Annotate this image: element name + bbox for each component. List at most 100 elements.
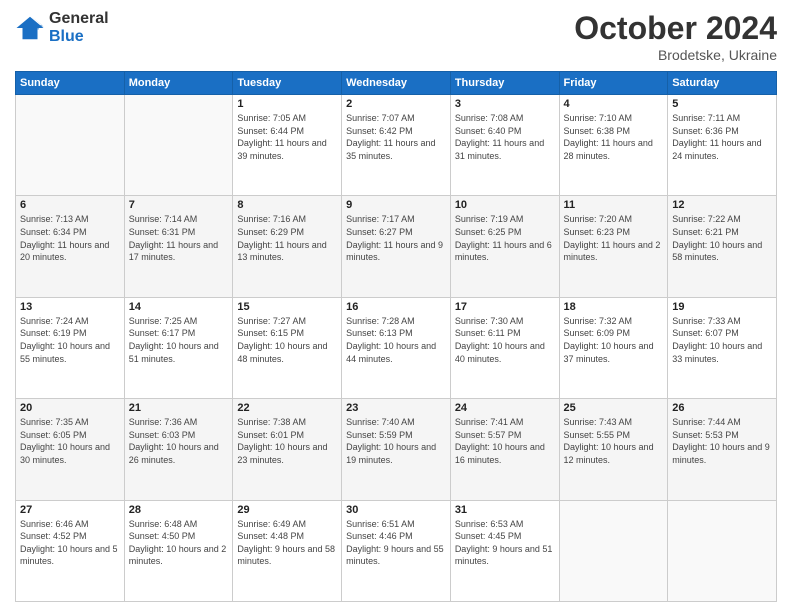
day-info: Sunrise: 7:41 AMSunset: 5:57 PMDaylight:… (455, 416, 555, 466)
table-row: 31 Sunrise: 6:53 AMSunset: 4:45 PMDayligh… (450, 500, 559, 601)
day-info: Sunrise: 6:51 AMSunset: 4:46 PMDaylight:… (346, 518, 446, 568)
day-number: 21 (129, 402, 229, 414)
table-row: 28Sunrise: 6:48 AMSunset: 4:50 PMDayligh… (124, 500, 233, 601)
calendar-week-row: 13Sunrise: 7:24 AMSunset: 6:19 PMDayligh… (16, 297, 777, 398)
day-number: 2 (346, 98, 446, 110)
day-info: Sunrise: 7:36 AMSunset: 6:03 PMDaylight:… (129, 416, 229, 466)
table-row: 27Sunrise: 6:46 AMSunset: 4:52 PMDayligh… (16, 500, 125, 601)
calendar-header-row: Sunday Monday Tuesday Wednesday Thursday… (16, 72, 777, 95)
table-row: 10Sunrise: 7:19 AMSunset: 6:25 PMDayligh… (450, 196, 559, 297)
day-info: Sunrise: 7:16 AMSunset: 6:29 PMDaylight:… (237, 213, 337, 263)
day-number: 23 (346, 402, 446, 414)
day-number: 6 (20, 199, 120, 211)
day-info: Sunrise: 6:53 AMSunset: 4:45 PMDaylight:… (455, 518, 555, 568)
table-row: 23 Sunrise: 7:40 AMSunset: 5:59 PMDayligh… (342, 399, 451, 500)
table-row: 2 Sunrise: 7:07 AMSunset: 6:42 PMDaylight… (342, 95, 451, 196)
table-row: 26 Sunrise: 7:44 AMSunset: 5:53 PMDayligh… (668, 399, 777, 500)
day-number: 4 (564, 98, 664, 110)
day-number: 24 (455, 402, 555, 414)
day-info: Sunrise: 7:20 AMSunset: 6:23 PMDaylight:… (564, 213, 664, 263)
day-info: Sunrise: 7:43 AMSunset: 5:55 PMDaylight:… (564, 416, 664, 466)
table-row: 17 Sunrise: 7:30 AMSunset: 6:11 PMDayligh… (450, 297, 559, 398)
page: General Blue October 2024 Brodetske, Ukr… (0, 0, 792, 612)
day-number: 14 (129, 301, 229, 313)
table-row: 12Sunrise: 7:22 AMSunset: 6:21 PMDayligh… (668, 196, 777, 297)
calendar-week-row: 1 Sunrise: 7:05 AMSunset: 6:44 PMDaylight… (16, 95, 777, 196)
logo-text: General Blue (49, 10, 109, 45)
col-friday: Friday (559, 72, 668, 95)
table-row (124, 95, 233, 196)
table-row: 29 Sunrise: 6:49 AMSunset: 4:48 PMDayligh… (233, 500, 342, 601)
day-info: Sunrise: 7:10 AMSunset: 6:38 PMDaylight:… (564, 112, 664, 162)
logo-icon (15, 13, 45, 43)
day-number: 8 (237, 199, 337, 211)
table-row: 6Sunrise: 7:13 AMSunset: 6:34 PMDaylight… (16, 196, 125, 297)
day-info: Sunrise: 7:38 AMSunset: 6:01 PMDaylight:… (237, 416, 337, 466)
table-row: 30 Sunrise: 6:51 AMSunset: 4:46 PMDayligh… (342, 500, 451, 601)
day-info: Sunrise: 7:27 AMSunset: 6:15 PMDaylight:… (237, 315, 337, 365)
title-month: October 2024 (574, 10, 777, 47)
table-row: 21 Sunrise: 7:36 AMSunset: 6:03 PMDayligh… (124, 399, 233, 500)
day-info: Sunrise: 7:05 AMSunset: 6:44 PMDaylight:… (237, 112, 337, 162)
table-row: 24 Sunrise: 7:41 AMSunset: 5:57 PMDayligh… (450, 399, 559, 500)
table-row: 15Sunrise: 7:27 AMSunset: 6:15 PMDayligh… (233, 297, 342, 398)
day-info: Sunrise: 7:40 AMSunset: 5:59 PMDaylight:… (346, 416, 446, 466)
table-row: 1 Sunrise: 7:05 AMSunset: 6:44 PMDaylight… (233, 95, 342, 196)
day-number: 17 (455, 301, 555, 313)
calendar-week-row: 20 Sunrise: 7:35 AMSunset: 6:05 PMDayligh… (16, 399, 777, 500)
table-row: 19 Sunrise: 7:33 AMSunset: 6:07 PMDayligh… (668, 297, 777, 398)
day-number: 19 (672, 301, 772, 313)
table-row: 25 Sunrise: 7:43 AMSunset: 5:55 PMDayligh… (559, 399, 668, 500)
day-number: 11 (564, 199, 664, 211)
table-row: 8 Sunrise: 7:16 AMSunset: 6:29 PMDaylight… (233, 196, 342, 297)
logo-blue-text: Blue (49, 28, 109, 46)
day-info: Sunrise: 7:44 AMSunset: 5:53 PMDaylight:… (672, 416, 772, 466)
title-block: October 2024 Brodetske, Ukraine (574, 10, 777, 63)
day-number: 26 (672, 402, 772, 414)
day-number: 7 (129, 199, 229, 211)
table-row: 5Sunrise: 7:11 AMSunset: 6:36 PMDaylight… (668, 95, 777, 196)
table-row (16, 95, 125, 196)
table-row: 16 Sunrise: 7:28 AMSunset: 6:13 PMDayligh… (342, 297, 451, 398)
day-info: Sunrise: 6:46 AMSunset: 4:52 PMDaylight:… (20, 518, 120, 568)
day-number: 22 (237, 402, 337, 414)
table-row: 13Sunrise: 7:24 AMSunset: 6:19 PMDayligh… (16, 297, 125, 398)
table-row: 14Sunrise: 7:25 AMSunset: 6:17 PMDayligh… (124, 297, 233, 398)
day-info: Sunrise: 7:17 AMSunset: 6:27 PMDaylight:… (346, 213, 446, 263)
day-info: Sunrise: 7:32 AMSunset: 6:09 PMDaylight:… (564, 315, 664, 365)
day-number: 29 (237, 504, 337, 516)
calendar-table: Sunday Monday Tuesday Wednesday Thursday… (15, 71, 777, 602)
day-info: Sunrise: 7:14 AMSunset: 6:31 PMDaylight:… (129, 213, 229, 263)
day-info: Sunrise: 7:28 AMSunset: 6:13 PMDaylight:… (346, 315, 446, 365)
day-info: Sunrise: 7:30 AMSunset: 6:11 PMDaylight:… (455, 315, 555, 365)
day-number: 31 (455, 504, 555, 516)
day-info: Sunrise: 7:33 AMSunset: 6:07 PMDaylight:… (672, 315, 772, 365)
day-info: Sunrise: 7:11 AMSunset: 6:36 PMDaylight:… (672, 112, 772, 162)
table-row (559, 500, 668, 601)
table-row: 11 Sunrise: 7:20 AMSunset: 6:23 PMDayligh… (559, 196, 668, 297)
col-sunday: Sunday (16, 72, 125, 95)
table-row (668, 500, 777, 601)
calendar-week-row: 6Sunrise: 7:13 AMSunset: 6:34 PMDaylight… (16, 196, 777, 297)
day-number: 3 (455, 98, 555, 110)
col-saturday: Saturday (668, 72, 777, 95)
day-number: 9 (346, 199, 446, 211)
day-number: 20 (20, 402, 120, 414)
table-row: 7 Sunrise: 7:14 AMSunset: 6:31 PMDaylight… (124, 196, 233, 297)
table-row: 22 Sunrise: 7:38 AMSunset: 6:01 PMDayligh… (233, 399, 342, 500)
day-info: Sunrise: 7:35 AMSunset: 6:05 PMDaylight:… (20, 416, 120, 466)
day-number: 30 (346, 504, 446, 516)
day-number: 16 (346, 301, 446, 313)
logo: General Blue (15, 10, 109, 45)
day-number: 28 (129, 504, 229, 516)
day-info: Sunrise: 7:07 AMSunset: 6:42 PMDaylight:… (346, 112, 446, 162)
day-info: Sunrise: 7:24 AMSunset: 6:19 PMDaylight:… (20, 315, 120, 365)
col-wednesday: Wednesday (342, 72, 451, 95)
day-number: 25 (564, 402, 664, 414)
calendar-week-row: 27Sunrise: 6:46 AMSunset: 4:52 PMDayligh… (16, 500, 777, 601)
day-info: Sunrise: 6:49 AMSunset: 4:48 PMDaylight:… (237, 518, 337, 568)
day-number: 1 (237, 98, 337, 110)
header: General Blue October 2024 Brodetske, Ukr… (15, 10, 777, 63)
day-info: Sunrise: 7:19 AMSunset: 6:25 PMDaylight:… (455, 213, 555, 263)
col-tuesday: Tuesday (233, 72, 342, 95)
